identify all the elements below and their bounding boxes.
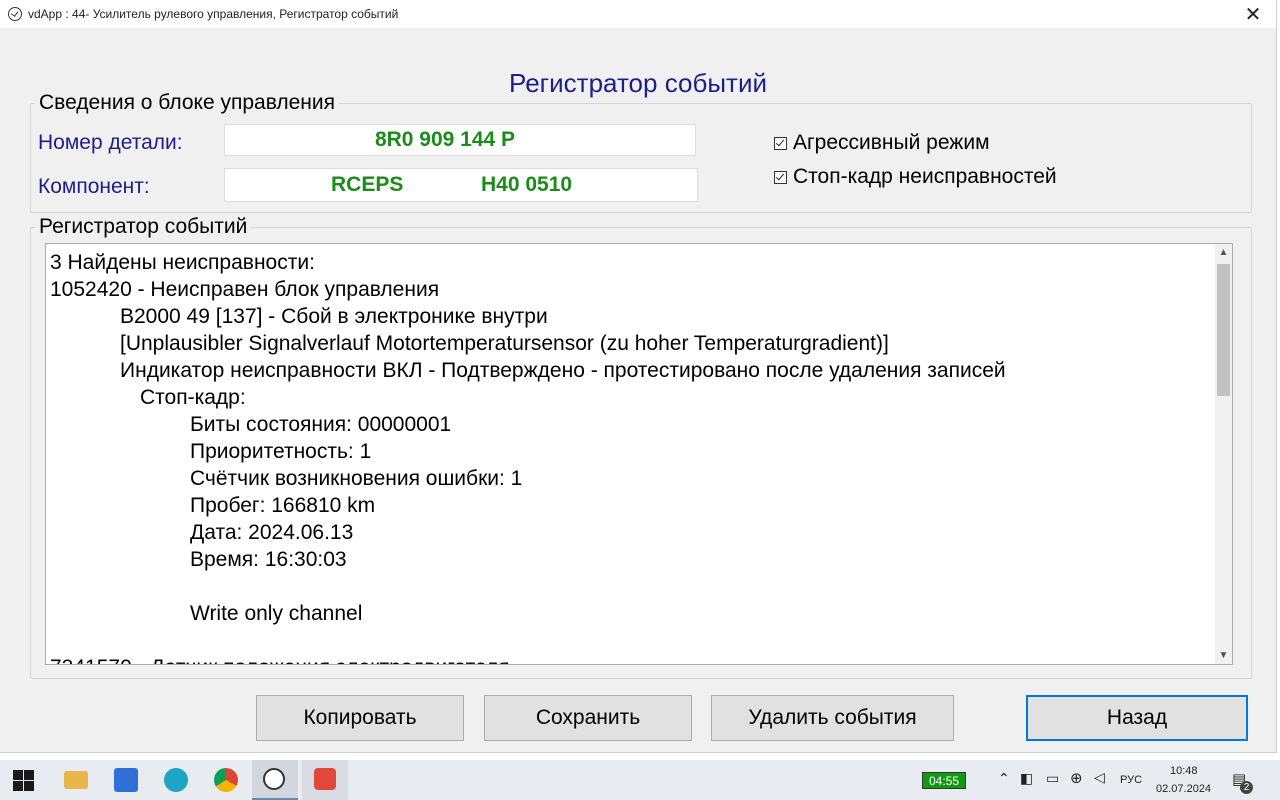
delete-events-button[interactable]: Удалить события	[711, 695, 954, 741]
checkbox-checked-icon	[774, 136, 787, 150]
event-log-line: Приоритетность: 1	[190, 440, 372, 463]
vdapp-gauge-icon	[263, 768, 285, 790]
event-log-line: Индикатор неисправности ВКЛ - Подтвержде…	[120, 359, 1006, 382]
event-log-line: Пробег: 166810 km	[190, 494, 376, 517]
clock-time[interactable]: 10:48	[1170, 765, 1198, 777]
chrome-browser-icon[interactable]	[214, 768, 238, 792]
vertical-scrollbar[interactable]: ▲ ▼	[1215, 244, 1232, 664]
scroll-up-arrow-icon[interactable]: ▲	[1215, 244, 1232, 261]
aggressive-mode-label: Агрессивный режим	[793, 131, 990, 154]
event-log-line: 7341570 - Датчик положения электродвигат…	[50, 654, 1006, 664]
event-log-line: Биты состояния: 00000001	[190, 413, 452, 436]
app-red-icon	[314, 768, 336, 790]
event-log-line	[50, 627, 1006, 654]
event-log-line	[50, 573, 1006, 600]
part-number-field: 8R0 909 144 P	[224, 124, 696, 156]
title-bar: vdApp : 44- Усилитель рулевого управлени…	[0, 0, 1276, 28]
app-gauge-icon	[8, 7, 22, 21]
battery-icon[interactable]: ▭	[1046, 770, 1059, 787]
checkbox-checked-icon	[774, 170, 787, 184]
event-recorder-legend: Регистратор событий	[39, 215, 248, 238]
windows-start-icon[interactable]	[12, 768, 36, 792]
component-version: H40 0510	[481, 173, 573, 196]
close-button[interactable]: ✕	[1230, 0, 1276, 28]
save-button[interactable]: Сохранить	[484, 695, 692, 741]
clock-date[interactable]: 02.07.2024	[1156, 783, 1211, 795]
event-log-textbox[interactable]: 3 Найдены неисправности: 1052420 - Неиспр…	[45, 243, 1233, 665]
event-log-line: Дата: 2024.06.13	[190, 521, 354, 544]
back-button[interactable]: Назад	[1026, 695, 1248, 741]
store-icon[interactable]	[114, 768, 138, 792]
event-log-line: Время: 16:30:03	[190, 548, 347, 571]
scroll-thumb[interactable]	[1217, 264, 1230, 396]
part-number-label: Номер детали:	[38, 131, 183, 154]
event-log-line: Write only channel	[190, 602, 363, 625]
notification-count-badge: 2	[1240, 781, 1253, 794]
language-indicator[interactable]: РУС	[1120, 774, 1142, 786]
edge-browser-icon[interactable]	[164, 768, 188, 792]
event-log-line: 1052420 - Неисправен блок управления	[50, 278, 440, 301]
taskbar-second-app[interactable]	[302, 760, 348, 800]
freeze-frame-label: Стоп-кадр неисправностей	[793, 165, 1057, 188]
control-unit-info-legend: Сведения о блоке управления	[39, 91, 336, 114]
event-log-line: 3 Найдены неисправности:	[50, 251, 315, 274]
event-log-line: Стоп-кадр:	[140, 386, 246, 409]
window-title: vdApp : 44- Усилитель рулевого управлени…	[28, 7, 399, 21]
aggressive-mode-checkbox[interactable]: Агрессивный режим	[774, 131, 990, 155]
copy-button[interactable]: Копировать	[256, 695, 464, 741]
globe-icon[interactable]: ⊕	[1070, 769, 1083, 787]
chevron-up-icon[interactable]: ⌃	[998, 770, 1010, 787]
battery-time-indicator[interactable]: 04:55	[922, 772, 966, 789]
file-explorer-icon[interactable]	[64, 771, 88, 789]
event-log-lines: 3 Найдены неисправности: 1052420 - Неиспр…	[50, 249, 1006, 664]
part-number-value: 8R0 909 144 P	[374, 128, 516, 151]
event-log-line: B2000 49 [137] - Сбой в электронике внут…	[120, 305, 548, 328]
component-field: RCEPS H40 0510	[224, 168, 698, 202]
taskbar	[0, 760, 1280, 800]
speaker-icon[interactable]: ◁	[1094, 769, 1105, 786]
taskbar-vdapp-active[interactable]	[252, 760, 298, 800]
component-name: RCEPS	[331, 173, 404, 196]
event-log-line: Счётчик возникновения ошибки: 1	[190, 467, 523, 490]
app-window: vdApp : 44- Усилитель рулевого управлени…	[0, 0, 1277, 753]
tray-app-icon[interactable]: ◧	[1020, 770, 1033, 787]
freeze-frame-checkbox[interactable]: Стоп-кадр неисправностей	[774, 165, 1057, 189]
event-log-line: [Unplausibler Signalverlauf Motortempera…	[120, 332, 889, 355]
component-label: Компонент:	[38, 175, 150, 198]
scroll-down-arrow-icon[interactable]: ▼	[1215, 647, 1232, 664]
